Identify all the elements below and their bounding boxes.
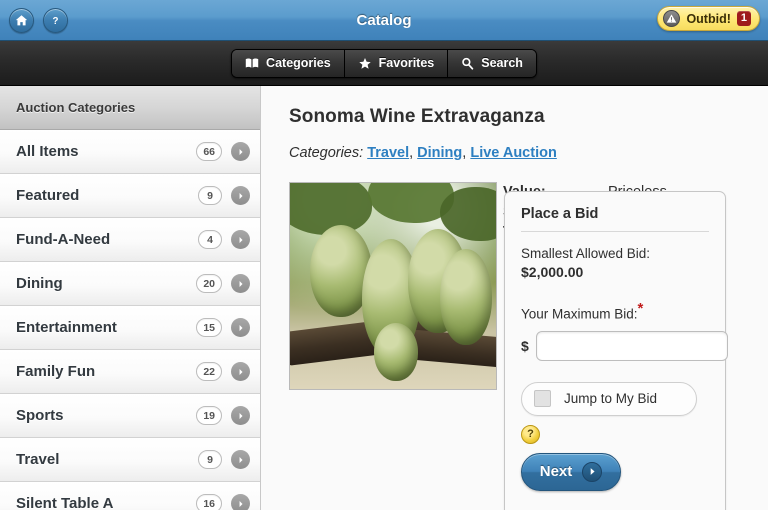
svg-text:?: ? [53,16,59,27]
chevron-right-icon[interactable] [231,230,250,249]
maximum-bid-input[interactable] [535,330,728,361]
sidebar-item-count: 15 [196,318,222,337]
photo-grape-cluster [440,249,492,345]
place-a-bid-panel: Place a Bid Smallest Allowed Bid: $2,000… [504,191,728,510]
sidebar-item-count: 20 [196,274,222,293]
sidebar-item-travel[interactable]: Travel 9 [0,438,260,482]
bid-help-icon[interactable]: ? [521,424,540,444]
category-link-live-auction[interactable]: Live Auction [470,145,556,161]
bid-input-row: $ [521,330,728,361]
item-photo[interactable] [289,182,497,390]
next-button[interactable]: Next [521,452,621,491]
sidebar-item-fund-a-need[interactable]: Fund-A-Need 4 [0,218,260,262]
page-title: Catalog [356,11,412,29]
home-icon [15,14,28,27]
help-button[interactable]: ? [43,7,68,33]
chevron-right-icon[interactable] [231,494,250,510]
question-mark-icon: ? [49,14,62,27]
chevron-right-icon[interactable] [231,274,250,293]
book-icon [245,57,259,69]
chevron-right-icon[interactable] [231,406,250,425]
tab-categories[interactable]: Categories [232,49,345,77]
sidebar-item-label: Fund-A-Need [16,231,111,248]
category-link-dining[interactable]: Dining [417,145,462,161]
item-title: Sonoma Wine Extravaganza [289,106,545,127]
star-icon [358,57,372,70]
sidebar-item-label: Dining [16,275,63,292]
outbid-label: Outbid! [686,11,731,26]
body-split: Auction Categories All Items 66 Featured 9 F… [0,86,768,510]
sidebar-item-entertainment[interactable]: Entertainment 15 [0,306,260,350]
chevron-right-icon[interactable] [231,318,250,337]
sidebar-item-label: All Items [16,143,79,160]
warning-triangle-icon [663,10,681,27]
sidebar-item-all-items[interactable]: All Items 66 [0,130,260,174]
tab-favorites[interactable]: Favorites [344,49,449,77]
category-links: Travel, Dining, Live Auction [367,145,557,161]
currency-symbol: $ [521,337,529,354]
sidebar-item-count: 66 [196,142,222,161]
sidebar-item-label: Silent Table A [16,495,114,510]
sidebar-list: All Items 66 Featured 9 Fund-A-Need 4 Dining 20… [0,130,260,510]
your-maximum-bid-label: Your Maximum Bid:* [521,300,709,322]
titlebar-left-buttons: ? [0,7,68,33]
outbid-badge[interactable]: Outbid! 1 [657,6,760,31]
next-button-label: Next [539,463,573,480]
chevron-right-icon[interactable] [231,186,250,205]
chevron-right-icon[interactable] [231,450,250,469]
outbid-count: 1 [736,11,751,26]
catalog-app: ? Catalog Outbid! 1 Categories Favorites… [0,0,768,510]
nav-bar: Categories Favorites Search [0,41,768,86]
title-bar: ? Catalog Outbid! 1 [0,0,768,41]
sidebar-item-label: Entertainment [16,319,117,336]
sidebar-item-count: 9 [198,186,222,205]
sidebar-header: Auction Categories [0,86,260,130]
sidebar-item-dining[interactable]: Dining 20 [0,262,260,306]
sidebar-item-count: 4 [198,230,222,249]
magnifier-icon [461,57,474,70]
category-link-travel[interactable]: Travel [367,145,409,161]
sidebar-item-count: 9 [198,450,222,469]
tab-favorites-label: Favorites [378,56,435,70]
sidebar: Auction Categories All Items 66 Featured 9 F… [0,86,261,510]
sidebar-item-sports[interactable]: Sports 19 [0,394,260,438]
jump-to-my-bid-checkbox[interactable] [534,390,551,407]
sidebar-item-label: Family Fun [16,363,96,380]
sidebar-item-label: Sports [16,407,64,424]
jump-to-my-bid-button[interactable]: Jump to My Bid [521,381,697,416]
smallest-allowed-bid-value: $2,000.00 [521,264,584,280]
bid-panel-title: Place a Bid [521,206,709,232]
categories-line: Categories: Travel, Dining, Live Auction [289,145,768,161]
tab-search-label: Search [481,56,523,70]
tab-search[interactable]: Search [448,49,536,77]
sidebar-item-family-fun[interactable]: Family Fun 22 [0,350,260,394]
home-button[interactable] [9,7,34,33]
chevron-right-icon[interactable] [231,362,250,381]
your-maximum-bid-text: Your Maximum Bid: [521,306,638,322]
sidebar-item-label: Featured [16,187,80,204]
sidebar-item-label: Travel [16,451,60,468]
main-content: Sonoma Wine Extravaganza Categories: Tra… [261,86,768,510]
jump-to-my-bid-label: Jump to My Bid [564,391,658,406]
categories-label: Categories: [289,145,364,161]
tab-categories-label: Categories [266,56,331,70]
nav-segmented-control: Categories Favorites Search [231,48,537,78]
sidebar-item-count: 16 [196,494,222,510]
chevron-right-icon[interactable] [231,142,250,161]
sidebar-item-featured[interactable]: Featured 9 [0,174,260,218]
smallest-allowed-bid-label: Smallest Allowed Bid: [521,246,651,261]
photo-grape-cluster [374,323,418,381]
sidebar-item-count: 19 [196,406,222,425]
sidebar-item-silent-table-a[interactable]: Silent Table A 16 [0,482,260,510]
arrow-right-icon [582,461,603,482]
required-asterisk: * [637,300,644,317]
sidebar-item-count: 22 [196,362,222,381]
